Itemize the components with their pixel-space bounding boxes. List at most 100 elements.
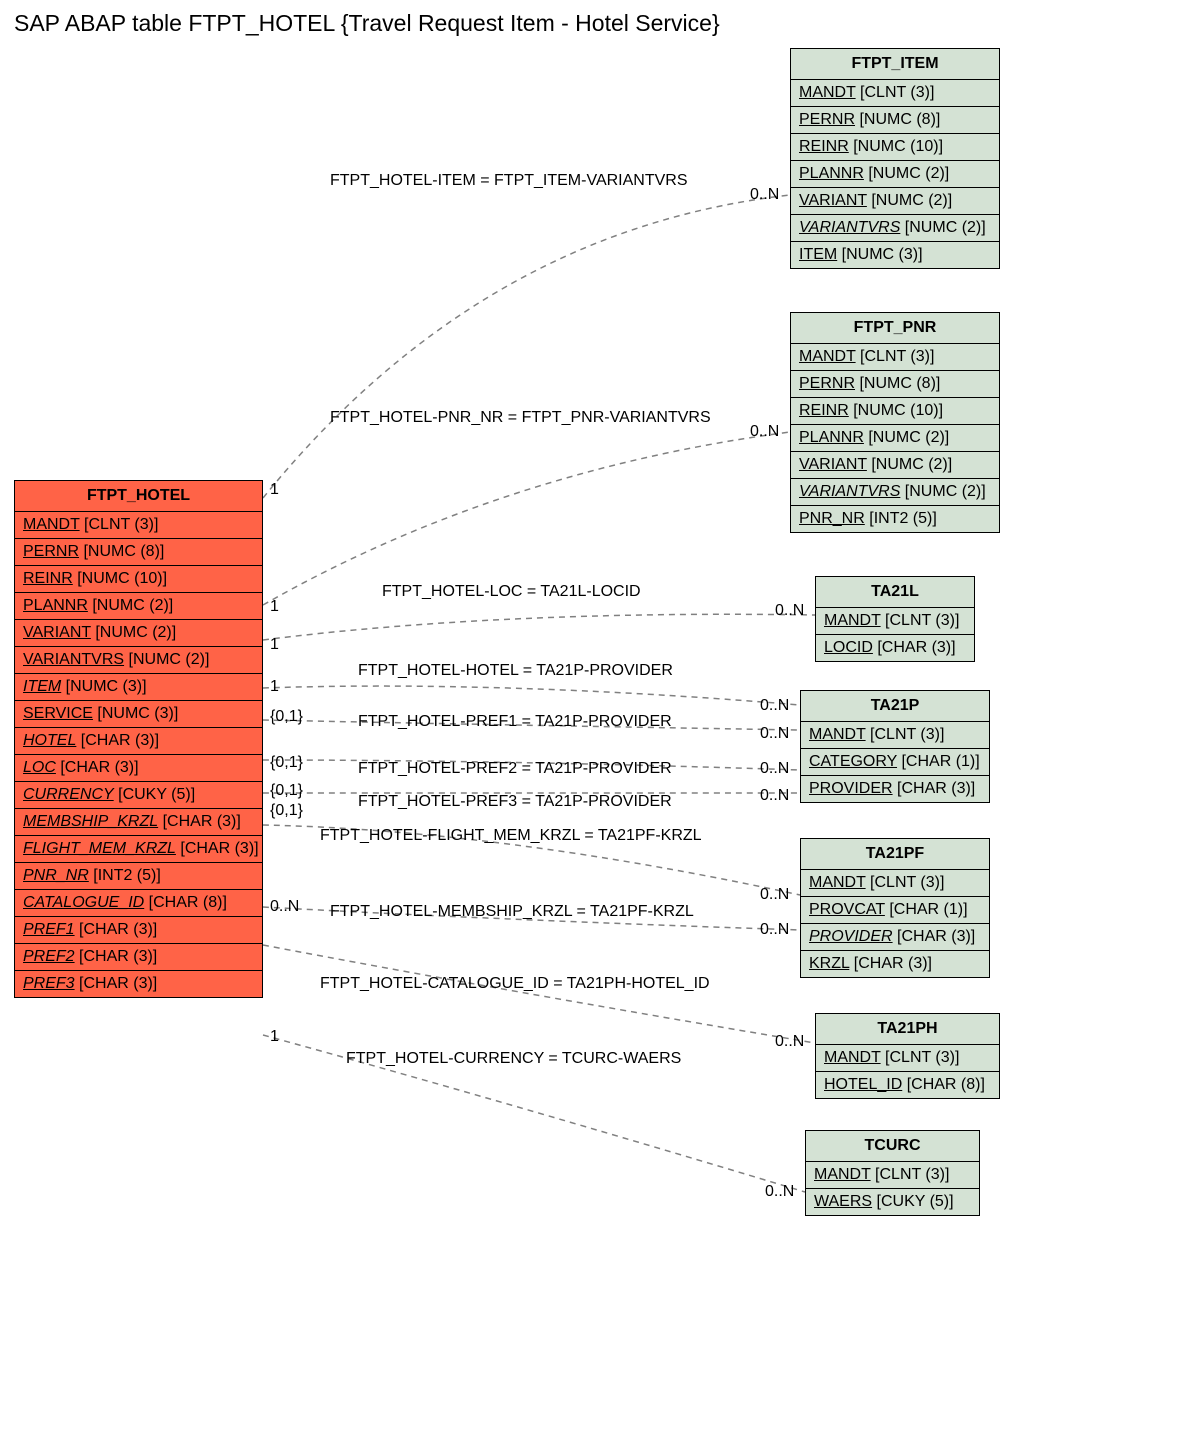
field-type: [NUMC (8)] [79, 543, 164, 560]
field-name: PROVCAT [809, 901, 885, 918]
relation-label: FTPT_HOTEL-MEMBSHIP_KRZL = TA21PF-KRZL [330, 903, 694, 921]
cardinality-left: 0..N [270, 898, 299, 916]
field-name: PLANNR [799, 429, 864, 446]
field-type: [CHAR (3)] [75, 921, 158, 938]
field-name: MANDT [23, 516, 80, 533]
field-type: [CHAR (3)] [893, 928, 976, 945]
field-type: [NUMC (3)] [93, 705, 178, 722]
cardinality-left: 1 [270, 636, 279, 654]
field-type: [NUMC (2)] [864, 429, 949, 446]
cardinality-left: {0,1} [270, 708, 303, 726]
cardinality-right: 0..N [760, 886, 789, 904]
field-row: PERNR [NUMC (8)] [791, 107, 999, 134]
field-row: PLANNR [NUMC (2)] [791, 161, 999, 188]
field-type: [NUMC (2)] [867, 192, 952, 209]
entity-ta21p: TA21P MANDT [CLNT (3)]CATEGORY [CHAR (1)… [800, 690, 990, 803]
relation-label: FTPT_HOTEL-PNR_NR = FTPT_PNR-VARIANTVRS [330, 409, 711, 427]
cardinality-right: 0..N [775, 602, 804, 620]
field-row: ITEM [NUMC (3)] [791, 242, 999, 268]
field-row: MANDT [CLNT (3)] [816, 1045, 999, 1072]
field-name: PNR_NR [799, 510, 865, 527]
field-type: [CHAR (8)] [144, 894, 227, 911]
field-name: PREF3 [23, 975, 75, 992]
field-type: [CHAR (1)] [885, 901, 968, 918]
relation-label: FTPT_HOTEL-PREF1 = TA21P-PROVIDER [358, 713, 672, 731]
field-type: [NUMC (10)] [849, 138, 943, 155]
page-title: SAP ABAP table FTPT_HOTEL {Travel Reques… [14, 10, 720, 37]
field-row: LOCID [CHAR (3)] [816, 635, 974, 661]
field-type: [NUMC (10)] [849, 402, 943, 419]
field-row: MANDT [CLNT (3)] [801, 722, 989, 749]
field-type: [CHAR (3)] [56, 759, 139, 776]
field-name: PERNR [799, 111, 855, 128]
field-type: [NUMC (3)] [837, 246, 922, 263]
entity-ta21pf: TA21PF MANDT [CLNT (3)]PROVCAT [CHAR (1)… [800, 838, 990, 978]
cardinality-left: 1 [270, 598, 279, 616]
relation-label: FTPT_HOTEL-HOTEL = TA21P-PROVIDER [358, 662, 673, 680]
field-type: [CLNT (3)] [881, 1049, 960, 1066]
field-row: KRZL [CHAR (3)] [801, 951, 989, 977]
cardinality-left: 1 [270, 1028, 279, 1046]
field-row: PNR_NR [INT2 (5)] [15, 863, 262, 890]
field-row: SERVICE [NUMC (3)] [15, 701, 262, 728]
field-row: HOTEL [CHAR (3)] [15, 728, 262, 755]
entity-ftpt-pnr: FTPT_PNR MANDT [CLNT (3)]PERNR [NUMC (8)… [790, 312, 1000, 533]
entity-header: TCURC [806, 1131, 979, 1162]
cardinality-right: 0..N [750, 423, 779, 441]
field-row: MANDT [CLNT (3)] [791, 80, 999, 107]
field-row: PROVCAT [CHAR (1)] [801, 897, 989, 924]
entity-ta21l: TA21L MANDT [CLNT (3)]LOCID [CHAR (3)] [815, 576, 975, 662]
field-name: PROVIDER [809, 928, 893, 945]
field-type: [CLNT (3)] [856, 84, 935, 101]
field-name: ITEM [799, 246, 837, 263]
field-name: VARIANTVRS [23, 651, 124, 668]
field-row: HOTEL_ID [CHAR (8)] [816, 1072, 999, 1098]
field-row: VARIANT [NUMC (2)] [791, 188, 999, 215]
relation-label: FTPT_HOTEL-FLIGHT_MEM_KRZL = TA21PF-KRZL [320, 827, 702, 845]
field-row: REINR [NUMC (10)] [15, 566, 262, 593]
field-row: PROVIDER [CHAR (3)] [801, 924, 989, 951]
field-row: PROVIDER [CHAR (3)] [801, 776, 989, 802]
field-name: PLANNR [23, 597, 88, 614]
field-row: MEMBSHIP_KRZL [CHAR (3)] [15, 809, 262, 836]
field-name: VARIANT [799, 192, 867, 209]
field-type: [NUMC (2)] [867, 456, 952, 473]
field-type: [NUMC (2)] [91, 624, 176, 641]
cardinality-right: 0..N [760, 760, 789, 778]
relation-label: FTPT_HOTEL-CATALOGUE_ID = TA21PH-HOTEL_I… [320, 975, 710, 993]
field-row: CATALOGUE_ID [CHAR (8)] [15, 890, 262, 917]
field-row: VARIANTVRS [NUMC (2)] [15, 647, 262, 674]
field-row: WAERS [CUKY (5)] [806, 1189, 979, 1215]
field-row: PREF2 [CHAR (3)] [15, 944, 262, 971]
field-name: VARIANT [23, 624, 91, 641]
field-name: ITEM [23, 678, 61, 695]
field-type: [NUMC (8)] [855, 111, 940, 128]
field-name: VARIANT [799, 456, 867, 473]
field-name: SERVICE [23, 705, 93, 722]
field-row: MANDT [CLNT (3)] [801, 870, 989, 897]
field-type: [CHAR (8)] [902, 1076, 985, 1093]
entity-header: TA21L [816, 577, 974, 608]
field-type: [NUMC (2)] [88, 597, 173, 614]
field-name: PREF2 [23, 948, 75, 965]
field-type: [INT2 (5)] [865, 510, 937, 527]
entity-header: TA21P [801, 691, 989, 722]
field-name: MANDT [824, 612, 881, 629]
field-name: PLANNR [799, 165, 864, 182]
entity-header: FTPT_PNR [791, 313, 999, 344]
field-type: [CHAR (3)] [893, 780, 976, 797]
field-type: [NUMC (2)] [864, 165, 949, 182]
field-name: CATEGORY [809, 753, 897, 770]
field-name: MANDT [799, 348, 856, 365]
field-type: [CHAR (3)] [176, 840, 259, 857]
field-row: MANDT [CLNT (3)] [15, 512, 262, 539]
field-type: [CLNT (3)] [866, 726, 945, 743]
field-type: [NUMC (2)] [900, 219, 985, 236]
field-type: [CUKY (5)] [114, 786, 196, 803]
field-row: VARIANT [NUMC (2)] [15, 620, 262, 647]
field-type: [CHAR (3)] [158, 813, 241, 830]
field-name: MANDT [809, 726, 866, 743]
field-name: MANDT [824, 1049, 881, 1066]
field-name: MANDT [814, 1166, 871, 1183]
field-type: [CLNT (3)] [856, 348, 935, 365]
